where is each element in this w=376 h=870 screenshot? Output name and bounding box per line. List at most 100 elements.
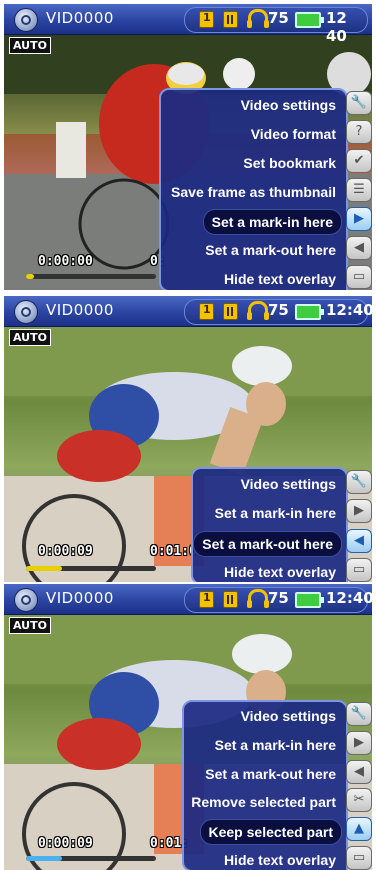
- menu-item[interactable]: Video format: [251, 122, 336, 146]
- wrench-icon: 🔧: [350, 473, 368, 489]
- battery-icon: [295, 592, 324, 608]
- overlay-icon: ▭: [352, 269, 366, 285]
- menu-icon-button[interactable]: ◀: [346, 528, 372, 553]
- playlist-mode-icon: [199, 303, 214, 320]
- menu-item[interactable]: Save frame as thumbnail: [171, 180, 336, 204]
- wrench-icon: 🔧: [350, 706, 368, 722]
- menu-icon-button[interactable]: 🔧: [346, 469, 372, 494]
- volume-level: 75: [268, 301, 289, 319]
- menu-icon-column: 🔧 ▶ ◀ ✂ ▲ ▭: [346, 700, 372, 870]
- menu-item[interactable]: Remove selected part: [191, 790, 336, 814]
- menu-item[interactable]: Hide text overlay: [224, 267, 336, 290]
- screenshot-1: VID0000 75 12 40 AUTO 0:00:00 0: Video s…: [4, 4, 372, 290]
- keep-icon: ▲: [354, 821, 364, 836]
- progress-bar[interactable]: [26, 274, 156, 279]
- auto-badge: AUTO: [9, 329, 51, 346]
- context-menu: Video settings Video format Set bookmark Sa…: [159, 88, 348, 290]
- archos-logo-icon: [14, 8, 38, 32]
- menu-icon-button[interactable]: ▲: [346, 817, 372, 841]
- menu-icon-button[interactable]: 🔧: [346, 702, 372, 727]
- context-menu: Video settings Set a mark-in here Set a ma…: [191, 467, 348, 582]
- headphones-icon: [247, 301, 269, 320]
- auto-badge: AUTO: [9, 617, 51, 634]
- clock: 12:40: [326, 301, 372, 319]
- menu-icon-button[interactable]: ▶: [346, 499, 372, 524]
- arrow-left-icon: ◀: [354, 240, 364, 256]
- status-bar: VID0000 75 12:40: [4, 584, 372, 615]
- arrow-right-icon: ▶: [354, 735, 364, 750]
- auto-badge: AUTO: [9, 37, 51, 54]
- menu-icon-button[interactable]: ▭: [346, 845, 372, 870]
- screenshot-3: VID0000 75 12:40 AUTO 0:00:09 0:01: Vide…: [4, 584, 372, 870]
- menu-item[interactable]: Set a mark-in here: [202, 209, 342, 236]
- battery-icon: [295, 12, 324, 28]
- progress-bar[interactable]: [26, 566, 156, 571]
- menu-icon-button[interactable]: ☰: [346, 178, 372, 202]
- arrow-left-icon: ◀: [354, 532, 364, 548]
- menu-item[interactable]: Video settings: [241, 93, 336, 117]
- volume-level: 75: [268, 589, 289, 607]
- pause-icon: [223, 303, 238, 320]
- progress-fill: [26, 274, 34, 279]
- file-title: VID0000: [46, 301, 114, 319]
- pause-icon: [223, 11, 238, 28]
- battery-icon: [295, 304, 324, 320]
- menu-item[interactable]: Set a mark-out here: [205, 762, 336, 786]
- menu-icon-button[interactable]: ?: [346, 119, 372, 144]
- headphones-icon: [247, 9, 269, 28]
- playlist-mode-icon: [199, 11, 214, 28]
- menu-item[interactable]: Set a mark-in here: [215, 501, 336, 525]
- menu-item[interactable]: Set bookmark: [243, 151, 336, 175]
- menu-icon-button[interactable]: ▭: [346, 265, 372, 290]
- menu-icon-button[interactable]: ▶: [346, 207, 372, 232]
- menu-item[interactable]: Set a mark-out here: [193, 530, 342, 557]
- question-icon: ?: [355, 123, 363, 139]
- menu-item[interactable]: Keep selected part: [199, 819, 342, 845]
- progress-fill: [26, 856, 63, 861]
- context-menu: Video settings Set a mark-in here Set a ma…: [182, 700, 348, 870]
- menu-item[interactable]: Set a mark-out here: [205, 238, 336, 262]
- current-timecode: 0:00:00: [38, 254, 93, 269]
- total-timecode: 0:01:0: [150, 544, 197, 559]
- menu-icon-button[interactable]: ◀: [346, 759, 372, 784]
- archos-logo-icon: [14, 588, 38, 612]
- file-title: VID0000: [46, 9, 114, 27]
- menu-icon-button[interactable]: 🔧: [346, 90, 372, 115]
- current-timecode: 0:00:09: [38, 544, 93, 559]
- check-icon: ✔: [353, 152, 365, 168]
- overlay-icon: ▭: [352, 849, 366, 865]
- clock: 12:40: [326, 589, 372, 607]
- arrow-left-icon: ◀: [354, 763, 364, 779]
- volume-level: 75: [268, 9, 289, 27]
- menu-item[interactable]: Hide text overlay: [224, 848, 336, 870]
- scissors-icon: ✂: [353, 792, 365, 808]
- arrow-right-icon: ▶: [354, 211, 364, 227]
- menu-icon-button[interactable]: ◀: [346, 236, 372, 261]
- archos-logo-icon: [14, 300, 38, 324]
- menu-icon-button[interactable]: ▶: [346, 731, 372, 755]
- document-icon: ☰: [353, 182, 365, 197]
- status-bar: VID0000 75 12:40: [4, 296, 372, 327]
- pause-icon: [223, 591, 238, 608]
- wrench-icon: 🔧: [350, 94, 368, 110]
- arrow-right-icon: ▶: [354, 503, 364, 519]
- menu-icon-column: 🔧? ✔ ☰ ▶ ◀ ▭: [346, 88, 372, 290]
- menu-item[interactable]: Hide text overlay: [224, 560, 336, 582]
- screenshot-2: VID0000 75 12:40 AUTO 0:00:09 0:01:0 Vid…: [4, 296, 372, 582]
- progress-fill: [26, 566, 63, 571]
- status-bar: VID0000 75 12 40: [4, 4, 372, 45]
- file-title: VID0000: [46, 589, 114, 607]
- headphones-icon: [247, 589, 269, 608]
- progress-bar[interactable]: [26, 856, 156, 861]
- menu-item[interactable]: Video settings: [241, 704, 336, 728]
- menu-icon-button[interactable]: ✔: [346, 148, 372, 173]
- clock: 12 40: [326, 9, 347, 45]
- menu-icon-button[interactable]: ✂: [346, 788, 372, 813]
- playlist-mode-icon: [199, 591, 214, 608]
- menu-icon-column: 🔧 ▶ ◀ ▭: [346, 467, 372, 582]
- current-timecode: 0:00:09: [38, 836, 93, 851]
- menu-icon-button[interactable]: ▭: [346, 558, 372, 582]
- menu-item[interactable]: Video settings: [241, 472, 336, 496]
- overlay-icon: ▭: [352, 562, 366, 578]
- menu-item[interactable]: Set a mark-in here: [215, 733, 336, 757]
